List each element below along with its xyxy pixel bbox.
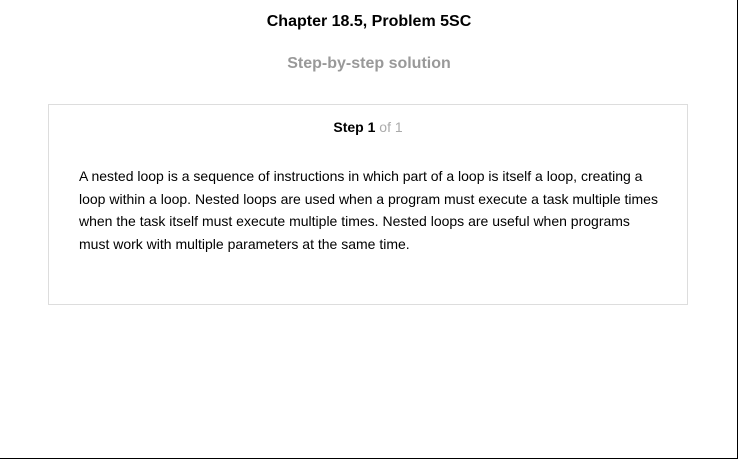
step-content: A nested loop is a sequence of instructi…	[79, 168, 658, 252]
step-number: 1	[367, 119, 376, 135]
step-header: Step 1 of 1	[49, 118, 687, 136]
step-label: Step	[333, 119, 364, 135]
solution-subtitle: Step-by-step solution	[287, 55, 451, 72]
step-total: of 1	[379, 119, 403, 135]
page-frame: Chapter 18.5, Problem 5SC Step-by-step s…	[0, 0, 738, 459]
step-card: Step 1 of 1 A nested loop is a sequence …	[48, 104, 688, 305]
page-title: Chapter 18.5, Problem 5SC	[266, 13, 472, 30]
